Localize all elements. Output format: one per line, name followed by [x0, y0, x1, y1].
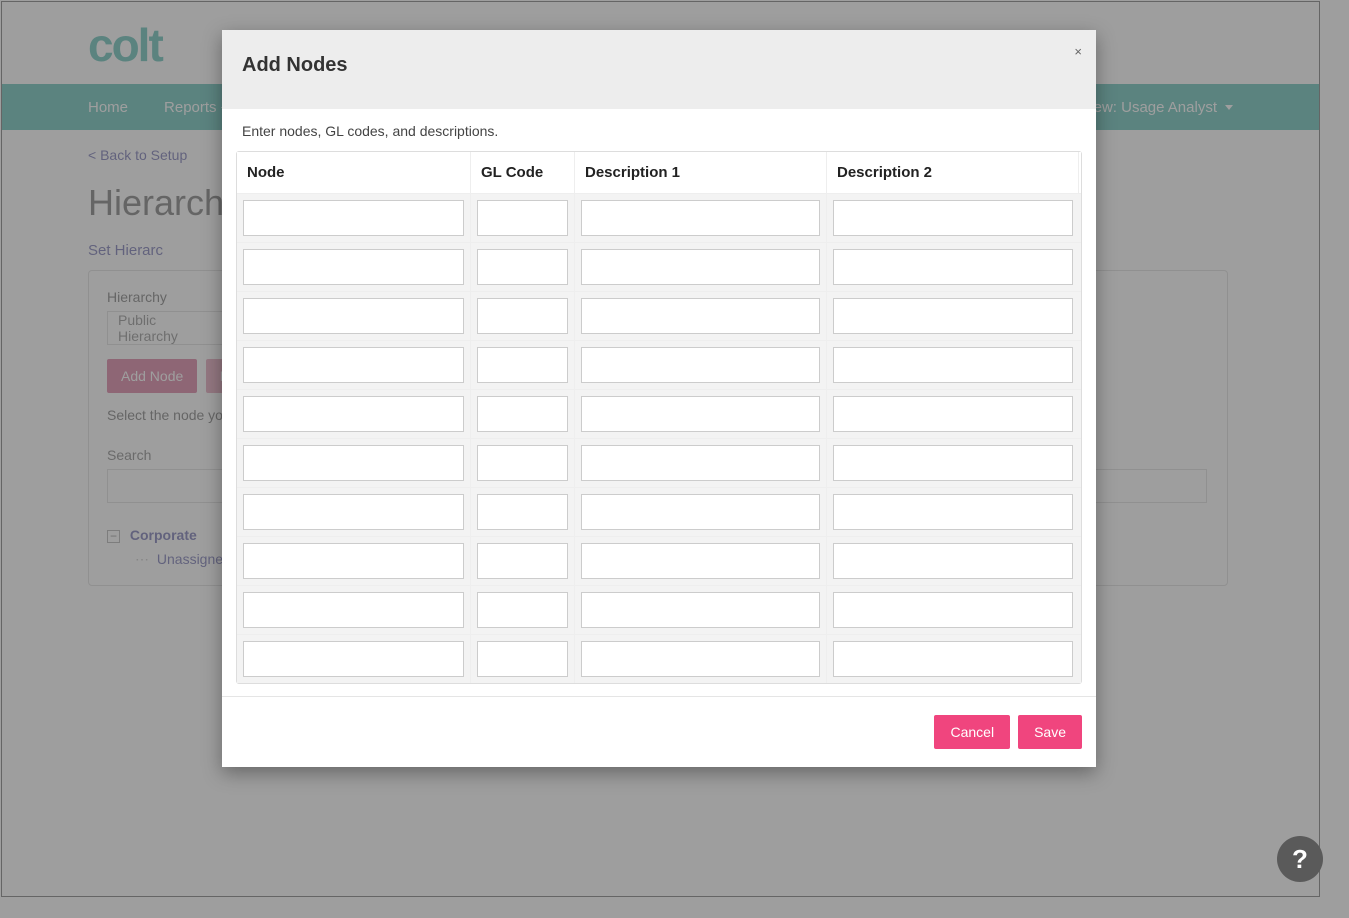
- description-1-input[interactable]: [581, 249, 820, 285]
- description-1-input[interactable]: [581, 445, 820, 481]
- gl-code-input[interactable]: [477, 641, 568, 677]
- column-header-d2: Description 2: [827, 152, 1079, 193]
- column-header-node: Node: [237, 152, 471, 193]
- gl-code-input[interactable]: [477, 543, 568, 579]
- gl-code-input[interactable]: [477, 249, 568, 285]
- node-input[interactable]: [243, 347, 464, 383]
- description-2-input[interactable]: [833, 543, 1073, 579]
- description-2-input[interactable]: [833, 298, 1073, 334]
- node-input[interactable]: [243, 200, 464, 236]
- table-row: [237, 193, 1081, 242]
- description-1-input[interactable]: [581, 641, 820, 677]
- table-row: [237, 291, 1081, 340]
- add-nodes-dialog: Add Nodes × Enter nodes, GL codes, and d…: [222, 30, 1096, 767]
- description-1-input[interactable]: [581, 347, 820, 383]
- node-input[interactable]: [243, 494, 464, 530]
- nodes-grid: Node GL Code Description 1 Description 2: [236, 151, 1082, 684]
- close-icon[interactable]: ×: [1074, 44, 1082, 59]
- node-input[interactable]: [243, 298, 464, 334]
- column-header-d1: Description 1: [575, 152, 827, 193]
- gl-code-input[interactable]: [477, 445, 568, 481]
- gl-code-input[interactable]: [477, 396, 568, 432]
- node-input[interactable]: [243, 641, 464, 677]
- description-2-input[interactable]: [833, 347, 1073, 383]
- description-2-input[interactable]: [833, 200, 1073, 236]
- gl-code-input[interactable]: [477, 298, 568, 334]
- description-2-input[interactable]: [833, 641, 1073, 677]
- description-1-input[interactable]: [581, 494, 820, 530]
- dialog-intro-text: Enter nodes, GL codes, and descriptions.: [242, 123, 1082, 139]
- description-2-input[interactable]: [833, 494, 1073, 530]
- description-1-input[interactable]: [581, 200, 820, 236]
- description-1-input[interactable]: [581, 396, 820, 432]
- description-2-input[interactable]: [833, 249, 1073, 285]
- node-input[interactable]: [243, 592, 464, 628]
- grid-header: Node GL Code Description 1 Description 2: [237, 152, 1081, 193]
- description-2-input[interactable]: [833, 445, 1073, 481]
- help-fab[interactable]: ?: [1277, 836, 1323, 882]
- description-1-input[interactable]: [581, 543, 820, 579]
- gl-code-input[interactable]: [477, 200, 568, 236]
- gl-code-input[interactable]: [477, 347, 568, 383]
- node-input[interactable]: [243, 543, 464, 579]
- cancel-button[interactable]: Cancel: [934, 715, 1010, 749]
- table-row: [237, 438, 1081, 487]
- table-row: [237, 242, 1081, 291]
- table-row: [237, 340, 1081, 389]
- node-input[interactable]: [243, 249, 464, 285]
- description-2-input[interactable]: [833, 592, 1073, 628]
- gl-code-input[interactable]: [477, 494, 568, 530]
- save-button[interactable]: Save: [1018, 715, 1082, 749]
- table-row: [237, 487, 1081, 536]
- dialog-title: Add Nodes: [242, 54, 1076, 77]
- description-1-input[interactable]: [581, 298, 820, 334]
- table-row: [237, 585, 1081, 634]
- dialog-header: Add Nodes ×: [222, 30, 1096, 109]
- gl-code-input[interactable]: [477, 592, 568, 628]
- description-1-input[interactable]: [581, 592, 820, 628]
- table-row: [237, 536, 1081, 585]
- node-input[interactable]: [243, 396, 464, 432]
- description-2-input[interactable]: [833, 396, 1073, 432]
- column-header-gl: GL Code: [471, 152, 575, 193]
- dialog-footer: Cancel Save: [222, 696, 1096, 767]
- table-row: [237, 634, 1081, 683]
- node-input[interactable]: [243, 445, 464, 481]
- table-row: [237, 389, 1081, 438]
